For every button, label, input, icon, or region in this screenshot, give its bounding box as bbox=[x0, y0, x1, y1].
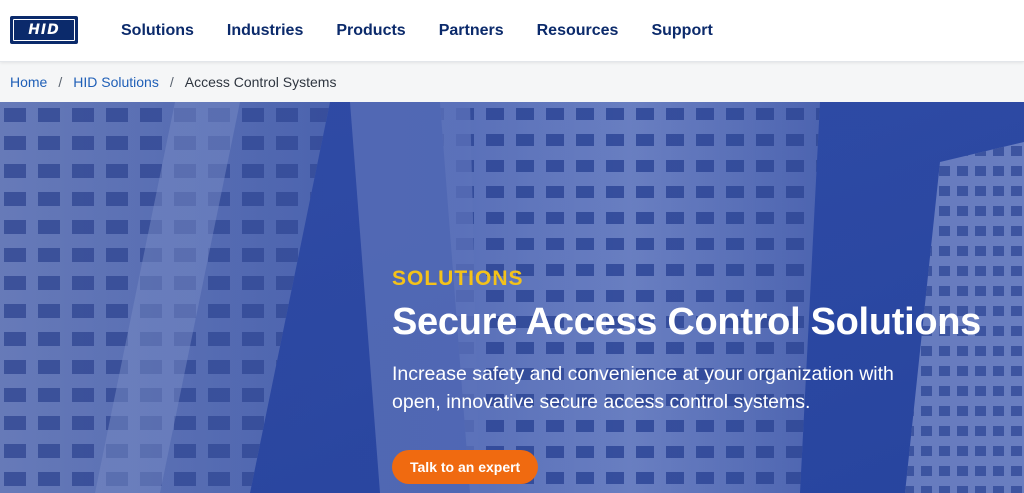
nav-item-industries[interactable]: Industries bbox=[227, 22, 303, 40]
top-navigation: HID Solutions Industries Products Partne… bbox=[0, 0, 1024, 62]
nav-item-support[interactable]: Support bbox=[651, 22, 712, 40]
breadcrumb-hid-solutions[interactable]: HID Solutions bbox=[73, 74, 159, 90]
hero-text-block: SOLUTIONS Secure Access Control Solution… bbox=[392, 267, 1024, 416]
talk-to-expert-button[interactable]: Talk to an expert bbox=[392, 450, 539, 484]
hero-eyebrow: SOLUTIONS bbox=[392, 267, 524, 290]
main-nav: Solutions Industries Products Partners R… bbox=[121, 0, 746, 62]
hero-title: Secure Access Control Solutions bbox=[392, 301, 981, 343]
breadcrumb-current: Access Control Systems bbox=[184, 74, 337, 90]
logo-text: HID bbox=[28, 22, 60, 38]
logo-frame: HID bbox=[13, 19, 75, 41]
nav-item-partners[interactable]: Partners bbox=[439, 22, 504, 40]
hero-description: Increase safety and convenience at your … bbox=[392, 363, 894, 413]
breadcrumb-separator: / bbox=[58, 74, 63, 90]
nav-item-products[interactable]: Products bbox=[336, 22, 405, 40]
nav-item-resources[interactable]: Resources bbox=[537, 22, 619, 40]
breadcrumb: Home / HID Solutions / Access Control Sy… bbox=[0, 62, 1024, 102]
hid-logo[interactable]: HID bbox=[10, 16, 78, 44]
breadcrumb-home[interactable]: Home bbox=[10, 74, 47, 90]
breadcrumb-separator: / bbox=[169, 74, 174, 90]
nav-item-solutions[interactable]: Solutions bbox=[121, 22, 194, 40]
